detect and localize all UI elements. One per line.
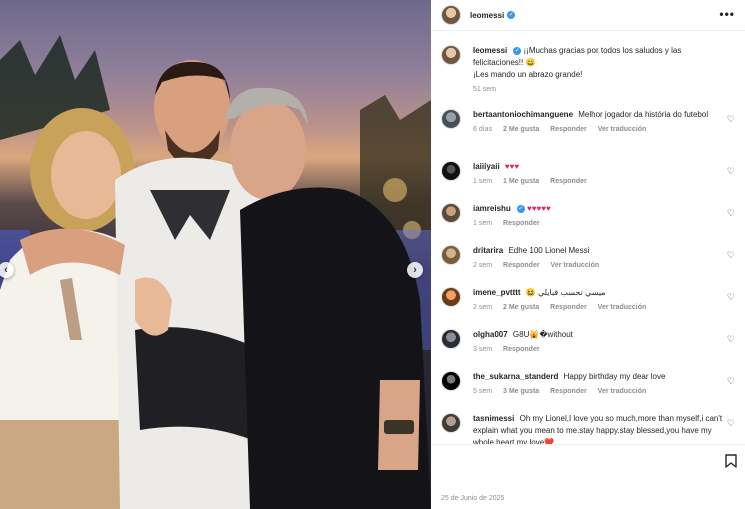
comment-username[interactable]: iamreishu xyxy=(473,204,511,213)
comment-likes[interactable]: 2 Me gusta xyxy=(503,126,539,133)
comment-avatar[interactable] xyxy=(441,161,461,181)
heart-outline-icon[interactable]: ♡ xyxy=(727,418,735,429)
heart-outline-icon[interactable]: ♡ xyxy=(727,208,735,219)
reply-button[interactable]: Responder xyxy=(550,126,587,133)
translate-button[interactable]: Ver traducción xyxy=(598,388,647,395)
heart-outline-icon[interactable]: ♡ xyxy=(727,250,735,261)
author-username[interactable]: leomessi xyxy=(470,11,504,20)
bookmark-icon[interactable] xyxy=(725,454,737,468)
translate-button[interactable]: Ver traducción xyxy=(598,304,647,311)
heart-outline-icon[interactable]: ♡ xyxy=(727,166,735,177)
comment-avatar[interactable] xyxy=(441,287,461,307)
comment-text: Melhor jogador da história do futebol xyxy=(578,110,709,119)
comment-username[interactable]: laiiiyaii xyxy=(473,162,500,171)
comment-text: ♥♥♥ xyxy=(504,162,520,171)
comment-time: 1 sem xyxy=(473,220,493,227)
post-date: 25 de Junio de 2025 xyxy=(441,495,505,502)
comment-username[interactable]: imene_pvtttt xyxy=(473,288,521,297)
comment-avatar[interactable] xyxy=(441,413,461,433)
heart-outline-icon[interactable]: ♡ xyxy=(727,334,735,345)
comment-text: ♥♥♥♥♥ xyxy=(527,204,551,213)
post-header: leomessi ✓ ••• xyxy=(431,0,745,31)
comment-time: 3 sem xyxy=(473,346,493,353)
reply-button[interactable]: Responder xyxy=(550,388,587,395)
comment-time: 5 sem xyxy=(473,388,493,395)
reply-button[interactable]: Responder xyxy=(550,178,587,185)
comment-avatar[interactable] xyxy=(441,245,461,265)
photo-illustration xyxy=(0,35,431,509)
comment-text: 😆 ميسي تحسب قبايلي xyxy=(525,288,606,297)
verified-icon: ✓ xyxy=(516,204,525,213)
reply-button[interactable]: Responder xyxy=(503,262,540,269)
translate-button[interactable]: Ver traducción xyxy=(598,126,647,133)
comment-time: 2 sem xyxy=(473,304,493,311)
comment-avatar[interactable] xyxy=(441,329,461,349)
post-footer: 25 de Junio de 2025 xyxy=(431,444,745,509)
comment-avatar[interactable] xyxy=(441,203,461,223)
comment-text: Happy birthday my dear love xyxy=(563,372,666,381)
comments-list[interactable]: leomessi ✓ ¡¡Muchas gracias por todos los… xyxy=(431,31,745,444)
comment-likes[interactable]: 3 Me gusta xyxy=(503,388,539,395)
caption-avatar[interactable] xyxy=(441,45,461,65)
more-options-icon[interactable]: ••• xyxy=(719,7,735,21)
comment-username[interactable]: olgha007 xyxy=(473,330,508,339)
next-photo-button[interactable]: › xyxy=(407,262,423,278)
heart-outline-icon[interactable]: ♡ xyxy=(727,114,735,125)
comment-time: 6 días xyxy=(473,126,493,133)
comment-likes[interactable]: 1 Me gusta xyxy=(503,178,539,185)
post-sidebar: leomessi ✓ ••• leomessi ✓ ¡¡Muchas gracia… xyxy=(431,0,745,509)
comment-username[interactable]: bertaantoniochimanguene xyxy=(473,110,573,119)
comment-avatar[interactable] xyxy=(441,109,461,129)
comment-avatar[interactable] xyxy=(441,371,461,391)
verified-icon: ✓ xyxy=(507,11,516,19)
reply-button[interactable]: Responder xyxy=(503,220,540,227)
caption-time: 51 sem xyxy=(473,86,496,93)
heart-outline-icon[interactable]: ♡ xyxy=(727,292,735,303)
caption-username[interactable]: leomessi xyxy=(473,46,507,55)
comment-username[interactable]: dritarira xyxy=(473,246,503,255)
verified-icon: ✓ xyxy=(513,46,522,55)
heart-outline-icon[interactable]: ♡ xyxy=(727,376,735,387)
comment-username[interactable]: the_sukarna_standerd xyxy=(473,372,558,381)
comment-username[interactable]: tasnimessi xyxy=(473,414,514,423)
comment-text: Edhe 100 Lionel Messi xyxy=(508,246,590,255)
reply-button[interactable]: Responder xyxy=(503,346,540,353)
comment-likes[interactable]: 2 Me gusta xyxy=(503,304,539,311)
comment-text: G8U🙀�without xyxy=(512,330,573,339)
translate-button[interactable]: Ver traducción xyxy=(551,262,600,269)
reply-button[interactable]: Responder xyxy=(550,304,587,311)
post-photo[interactable]: ‹ › xyxy=(0,0,431,509)
author-avatar[interactable] xyxy=(441,5,461,25)
comment-time: 1 sem xyxy=(473,178,493,185)
caption-text-line2: ¡Les mando un abrazo grande! xyxy=(473,70,583,79)
comment-time: 2 sem xyxy=(473,262,493,269)
